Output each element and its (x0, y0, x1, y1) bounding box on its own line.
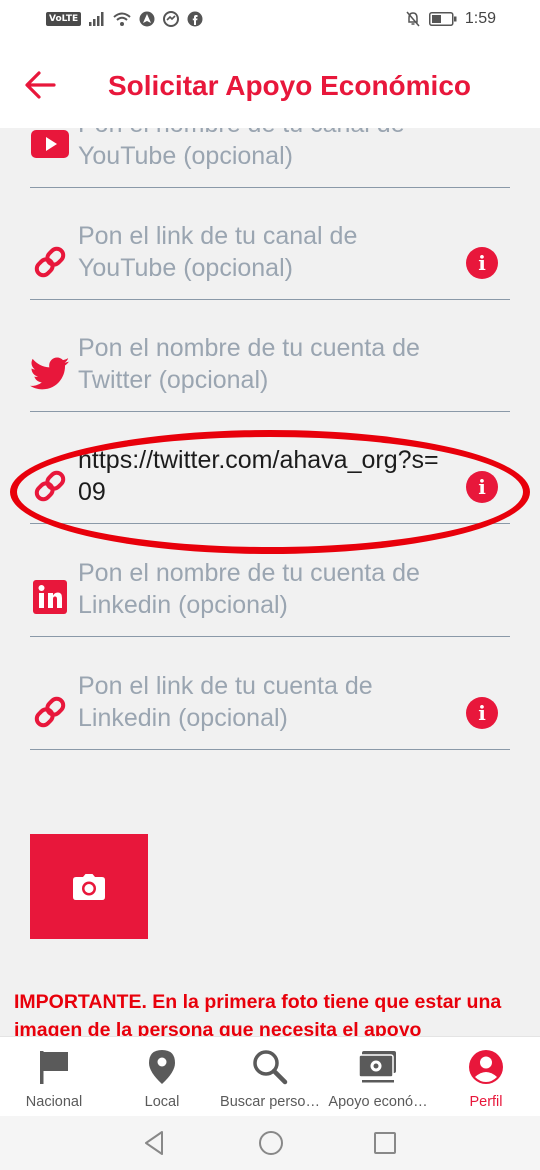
app-bar: Solicitar Apoyo Económico (0, 42, 540, 128)
twitter-icon (30, 354, 70, 394)
youtube-channel-link-field[interactable]: Pon el link de tu canal de YouTube (opci… (30, 218, 510, 300)
triangle-back-icon[interactable] (140, 1128, 170, 1158)
youtube-channel-link-placeholder: Pon el link de tu canal de YouTube (opci… (78, 222, 358, 282)
bottom-nav: Nacional Local Buscar perso… Apoyo econó… (0, 1036, 540, 1116)
important-notice: IMPORTANTE. En la primera foto tiene que… (14, 991, 502, 1036)
circle-home-icon[interactable] (256, 1128, 286, 1158)
linkedin-account-name-field[interactable]: Pon el nombre de tu cuenta de Linkedin (… (30, 555, 510, 637)
nav-label: Nacional (25, 1094, 83, 1110)
youtube-icon (30, 128, 70, 164)
info-button[interactable]: i (466, 471, 498, 503)
twitter-account-link-value: https://twitter.com/ahava_org?s=09 (78, 446, 439, 506)
search-icon (250, 1047, 290, 1087)
nav-item-nacional[interactable]: Nacional (0, 1037, 108, 1117)
system-back-button[interactable] (140, 1128, 170, 1158)
twitter-account-name-field[interactable]: Pon el nombre de tu cuenta de Twitter (o… (30, 330, 510, 412)
facebook-app-icon (187, 11, 203, 27)
arrow-left-icon[interactable] (24, 70, 56, 100)
signal-icon (89, 12, 104, 26)
square-recents-icon[interactable] (370, 1128, 400, 1158)
location-pin-icon (142, 1047, 182, 1087)
youtube-channel-name-placeholder: Pon el nombre de tu canal de YouTube (op… (78, 128, 405, 170)
nav-label: Buscar perso… (220, 1094, 320, 1110)
nav-label: Perfil (469, 1094, 503, 1110)
nav-label: Apoyo econó… (328, 1094, 428, 1110)
link-icon (30, 692, 70, 732)
clock: 1:59 (464, 10, 496, 27)
nav-item-apoyo[interactable]: Apoyo econó… (324, 1037, 432, 1117)
status-left: VoLTE (46, 11, 203, 27)
system-home-button[interactable] (256, 1128, 286, 1158)
money-icon (358, 1047, 398, 1087)
nav-item-buscar[interactable]: Buscar perso… (216, 1037, 324, 1117)
system-recents-button[interactable] (370, 1128, 400, 1158)
bell-muted-icon (406, 11, 420, 27)
linkedin-account-link-placeholder: Pon el link de tu cuenta de Linkedin (op… (78, 672, 373, 732)
system-nav-bar (0, 1116, 540, 1170)
messenger-app-icon (163, 11, 180, 27)
status-bar: VoLTE 1:59 (0, 0, 540, 42)
info-button[interactable]: i (466, 697, 498, 729)
form-content: Pon el nombre de tu canal de YouTube (op… (0, 128, 540, 1036)
add-photo-button[interactable] (30, 834, 148, 939)
info-icon: i (478, 701, 486, 725)
nav-item-local[interactable]: Local (108, 1037, 216, 1117)
twitter-account-link-field[interactable]: https://twitter.com/ahava_org?s=09 i (30, 442, 510, 524)
info-button[interactable]: i (466, 247, 498, 279)
battery-icon (428, 12, 457, 26)
page-title: Solicitar Apoyo Económico (108, 70, 472, 101)
nav-label: Local (144, 1094, 180, 1110)
flag-icon (34, 1047, 74, 1087)
twitter-account-name-placeholder: Pon el nombre de tu cuenta de Twitter (o… (78, 334, 420, 394)
link-icon (30, 466, 70, 506)
linkedin-account-link-field[interactable]: Pon el link de tu cuenta de Linkedin (op… (30, 668, 510, 750)
wifi-icon (113, 12, 131, 26)
nav-item-perfil[interactable]: Perfil (432, 1037, 540, 1117)
status-right: 1:59 (405, 10, 496, 28)
volte-badge: VoLTE (46, 12, 82, 26)
camera-icon (73, 873, 105, 900)
info-icon: i (478, 475, 486, 499)
link-icon (30, 242, 70, 282)
info-icon: i (478, 251, 486, 275)
profile-icon (466, 1047, 506, 1087)
linkedin-icon (30, 577, 70, 617)
navigation-app-icon (139, 11, 155, 27)
back-button[interactable] (24, 70, 56, 100)
linkedin-account-name-placeholder: Pon el nombre de tu cuenta de Linkedin (… (78, 559, 420, 619)
youtube-channel-name-field[interactable]: Pon el nombre de tu canal de YouTube (op… (30, 128, 510, 188)
